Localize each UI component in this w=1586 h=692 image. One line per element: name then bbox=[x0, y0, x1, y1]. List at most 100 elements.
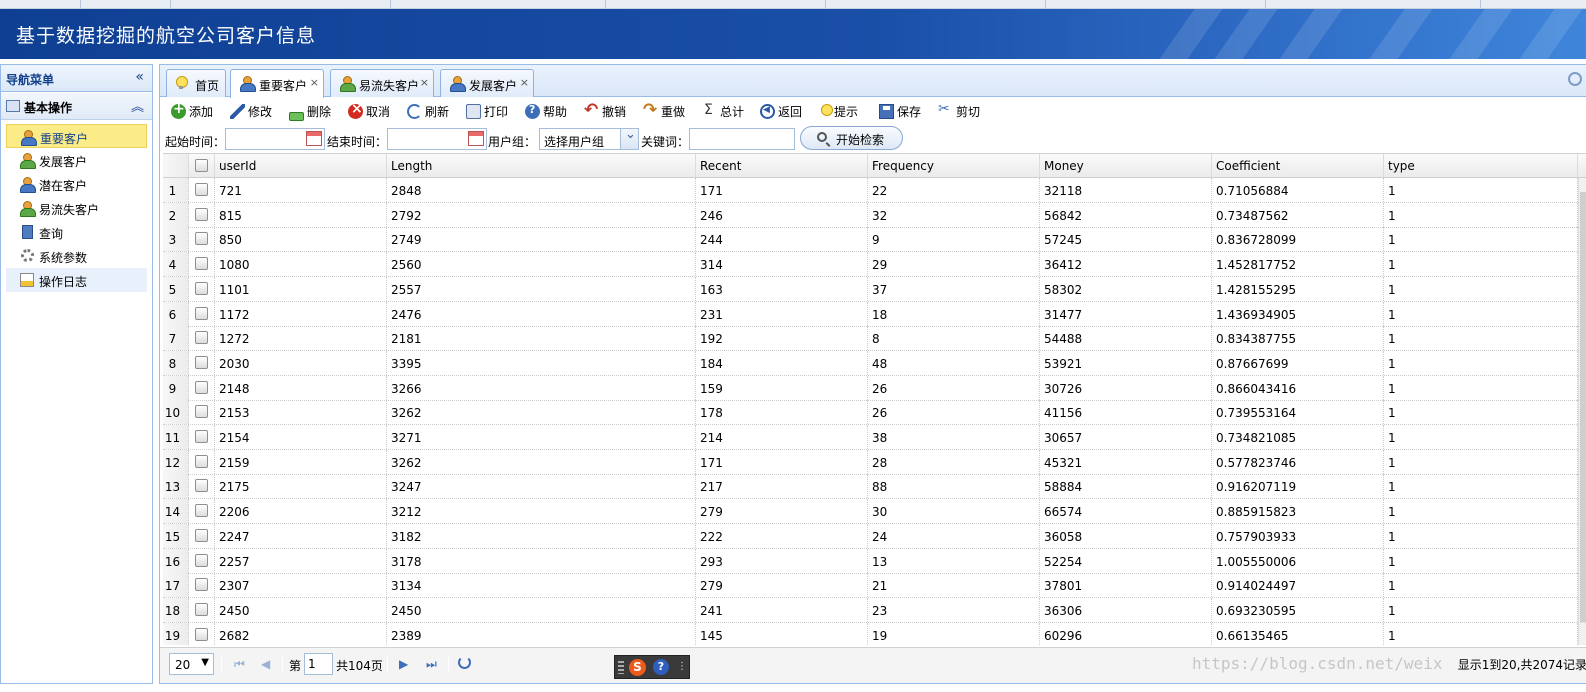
start-search-button[interactable]: 开始检索 bbox=[800, 126, 903, 150]
table-row[interactable]: 19 2682 2389 145 19 60296 0.66135465 1 bbox=[163, 622, 1586, 645]
row-checkbox[interactable] bbox=[195, 306, 208, 320]
refresh-button[interactable]: 刷新 bbox=[407, 103, 449, 123]
tab-churn-customers[interactable]: 易流失客户 × bbox=[330, 69, 434, 97]
chevron-down-icon[interactable] bbox=[620, 127, 638, 149]
previous-page-icon[interactable]: ◀ bbox=[261, 657, 270, 671]
row-checkbox[interactable] bbox=[195, 232, 208, 246]
help-button[interactable]: 帮助 bbox=[525, 103, 567, 123]
row-checkbox[interactable] bbox=[195, 355, 208, 369]
tab-home[interactable]: 首页 bbox=[166, 69, 226, 97]
collapse-left-icon[interactable]: « bbox=[135, 69, 144, 85]
column-header[interactable]: Length bbox=[387, 154, 696, 177]
delete-button[interactable]: 删除 bbox=[289, 103, 331, 123]
page-size-select[interactable]: 20 ▼ bbox=[169, 653, 214, 675]
keyword-input[interactable] bbox=[689, 128, 795, 150]
cancel-button[interactable]: 取消 bbox=[348, 101, 390, 123]
menu-icon[interactable]: ⋮ bbox=[677, 661, 687, 672]
nav-item-operation-log[interactable]: 操作日志 bbox=[6, 268, 147, 292]
table-row[interactable]: 12 2159 3262 171 28 45321 0.577823746 1 bbox=[163, 449, 1586, 475]
last-page-icon[interactable]: ⏭ bbox=[426, 657, 437, 672]
save-button[interactable]: 保存 bbox=[879, 103, 921, 123]
row-checkbox[interactable] bbox=[195, 405, 208, 419]
print-button[interactable]: 打印 bbox=[466, 103, 508, 123]
row-checkbox[interactable] bbox=[195, 454, 208, 468]
nav-item-developing-customers[interactable]: 发展客户 bbox=[6, 148, 147, 172]
row-checkbox[interactable] bbox=[195, 430, 208, 443]
calendar-icon[interactable] bbox=[468, 131, 484, 146]
row-checkbox[interactable] bbox=[195, 479, 208, 493]
table-row[interactable]: 9 2148 3266 159 26 30726 0.866043416 1 bbox=[163, 375, 1586, 401]
row-checkbox[interactable] bbox=[195, 627, 208, 641]
nav-item-system-params[interactable]: 系统参数 bbox=[6, 244, 147, 268]
row-checkbox[interactable] bbox=[195, 380, 208, 394]
add-button[interactable]: 添加 bbox=[171, 101, 213, 123]
close-icon[interactable]: × bbox=[420, 76, 429, 89]
row-checkbox[interactable] bbox=[195, 257, 208, 271]
table-row[interactable]: 11 2154 3271 214 38 30657 0.734821085 1 bbox=[163, 425, 1586, 450]
row-select-cell bbox=[189, 597, 215, 622]
table-row[interactable]: 4 1080 2560 314 29 36412 1.452817752 1 bbox=[163, 252, 1586, 278]
sogou-logo-icon[interactable]: S bbox=[629, 659, 646, 676]
table-row[interactable]: 5 1101 2557 163 37 58302 1.428155295 1 bbox=[163, 276, 1586, 302]
column-header[interactable]: type bbox=[1384, 154, 1578, 177]
back-button[interactable]: 返回 bbox=[760, 103, 802, 123]
table-row[interactable]: 16 2257 3178 293 13 52254 1.005550006 1 bbox=[163, 548, 1586, 574]
tab-important-customers[interactable]: 重要客户 × bbox=[230, 69, 324, 98]
row-checkbox[interactable] bbox=[195, 602, 208, 616]
column-header[interactable]: Money bbox=[1040, 154, 1212, 177]
table-row[interactable]: 13 2175 3247 217 88 58884 0.916207119 1 bbox=[163, 474, 1586, 500]
close-icon[interactable]: × bbox=[310, 76, 319, 89]
first-page-icon[interactable]: ⏮ bbox=[234, 657, 245, 672]
drag-handle-icon[interactable] bbox=[618, 661, 624, 674]
page-number-input[interactable] bbox=[304, 653, 333, 675]
row-checkbox[interactable] bbox=[195, 281, 208, 295]
column-header[interactable]: userId bbox=[215, 154, 387, 177]
table-row[interactable]: 10 2153 3262 178 26 41156 0.739553164 1 bbox=[163, 400, 1586, 426]
row-checkbox[interactable] bbox=[195, 528, 208, 542]
table-row[interactable]: 3 850 2749 244 9 57245 0.836728099 1 bbox=[163, 227, 1586, 253]
row-checkbox[interactable] bbox=[195, 504, 208, 518]
calendar-icon[interactable] bbox=[306, 131, 322, 146]
settings-icon[interactable] bbox=[1568, 72, 1582, 86]
row-checkbox[interactable] bbox=[195, 183, 208, 196]
edit-button[interactable]: 修改 bbox=[230, 103, 272, 123]
cut-button[interactable]: 剪切 bbox=[938, 101, 980, 123]
row-checkbox[interactable] bbox=[195, 331, 208, 345]
refresh-icon[interactable] bbox=[458, 656, 471, 669]
total-button[interactable]: 总计 bbox=[702, 102, 744, 123]
table-row[interactable]: 14 2206 3212 279 30 66574 0.885915823 1 bbox=[163, 499, 1586, 525]
table-row[interactable]: 2 815 2792 246 32 56842 0.73487562 1 bbox=[163, 202, 1586, 228]
select-all-checkbox[interactable] bbox=[195, 159, 208, 172]
chevron-up-icon[interactable]: ︽ bbox=[131, 96, 144, 115]
tab-developing-customers[interactable]: 发展客户 × bbox=[440, 69, 534, 97]
nav-item-query[interactable]: 查询 bbox=[6, 220, 147, 244]
column-header[interactable]: Coefficient bbox=[1212, 154, 1384, 177]
row-checkbox[interactable] bbox=[195, 207, 208, 221]
table-cell: 1 bbox=[1384, 301, 1578, 326]
table-row[interactable]: 7 1272 2181 192 8 54488 0.834387755 1 bbox=[163, 326, 1586, 352]
ime-toolbar[interactable]: S ? ⋮ bbox=[614, 655, 690, 679]
close-icon[interactable]: × bbox=[520, 76, 529, 89]
help-icon[interactable]: ? bbox=[653, 659, 669, 675]
table-row[interactable]: 17 2307 3134 279 21 37801 0.914024497 1 bbox=[163, 573, 1586, 599]
next-page-icon[interactable]: ▶ bbox=[399, 657, 408, 671]
nav-group-basic[interactable]: 基本操作 ︽ bbox=[1, 93, 152, 120]
table-row[interactable]: 18 2450 2450 241 23 36306 0.693230595 1 bbox=[163, 597, 1586, 623]
table-row[interactable]: 8 2030 3395 184 48 53921 0.87667699 1 bbox=[163, 350, 1586, 376]
table-row[interactable]: 1 721 2848 171 22 32118 0.71056884 1 bbox=[163, 178, 1586, 203]
table-cell: 1080 bbox=[215, 252, 387, 277]
row-checkbox[interactable] bbox=[195, 553, 208, 567]
redo-button[interactable]: 重做 bbox=[643, 100, 685, 123]
column-header[interactable]: Frequency bbox=[868, 154, 1040, 177]
nav-item-potential-customers[interactable]: 潜在客户 bbox=[6, 172, 147, 196]
undo-button[interactable]: 撤销 bbox=[584, 100, 626, 123]
tip-button[interactable]: 提示 bbox=[821, 103, 858, 123]
table-row[interactable]: 15 2247 3182 222 24 36058 0.757903933 1 bbox=[163, 523, 1586, 549]
nav-item-churn-customers[interactable]: 易流失客户 bbox=[6, 196, 147, 220]
user-group-select[interactable]: 选择用户组 bbox=[539, 127, 639, 150]
nav-item-important-customers[interactable]: 重要客户 bbox=[6, 124, 147, 148]
row-checkbox[interactable] bbox=[195, 578, 208, 592]
column-header[interactable]: Recent bbox=[696, 154, 868, 177]
table-cell: 1 bbox=[1384, 425, 1578, 449]
table-row[interactable]: 6 1172 2476 231 18 31477 1.436934905 1 bbox=[163, 301, 1586, 327]
